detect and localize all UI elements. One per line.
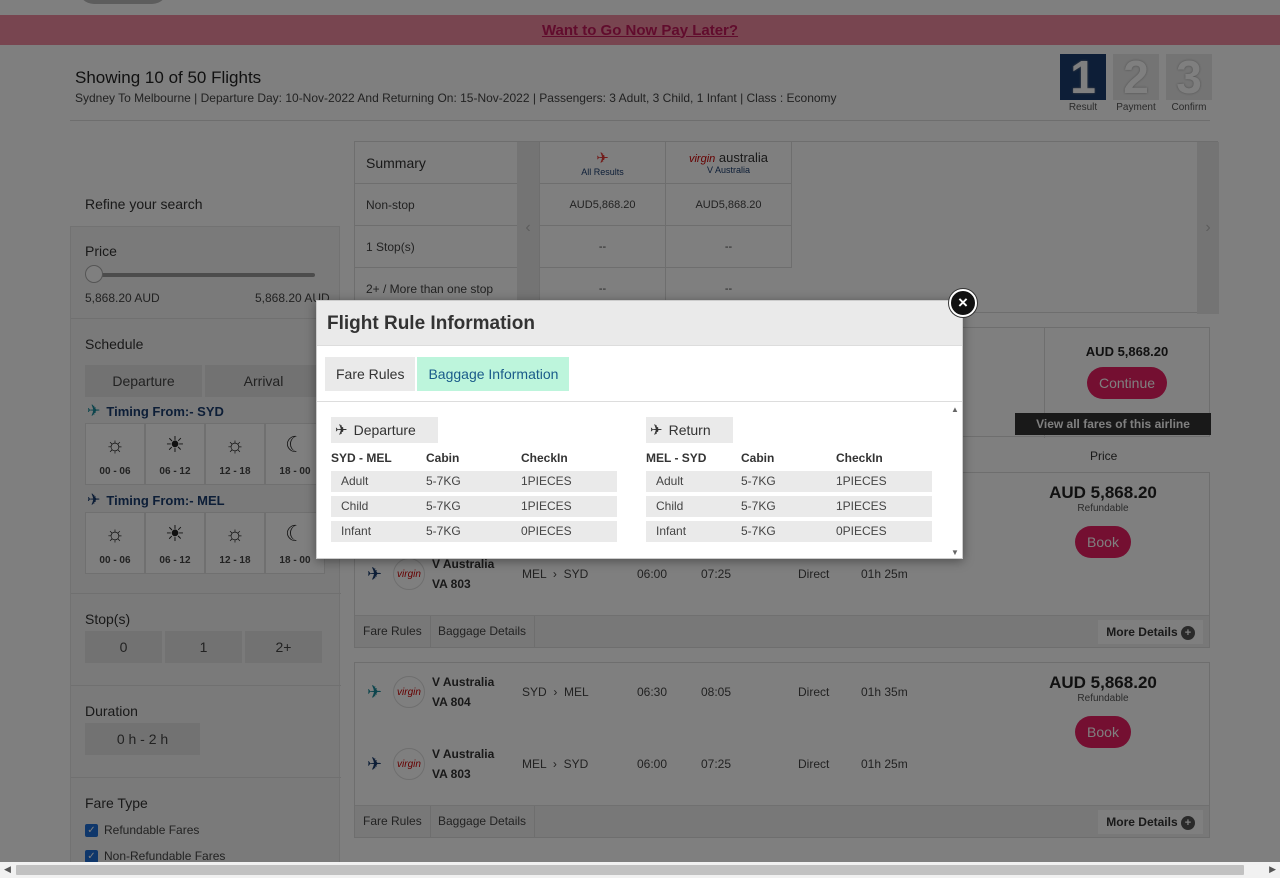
scroll-left-icon[interactable]: ◀	[4, 864, 11, 875]
pax-type: Child	[341, 499, 369, 513]
scroll-down-icon[interactable]: ▼	[951, 548, 959, 557]
baggage-column-headers: SYD - MEL Cabin CheckIn	[331, 451, 617, 467]
cabin-allowance: 5-7KG	[426, 474, 461, 488]
pax-type: Adult	[656, 474, 684, 488]
checkin-allowance: 1PIECES	[836, 499, 887, 513]
baggage-row: Child 5-7KG 1PIECES	[646, 496, 932, 517]
checkin-allowance: 0PIECES	[836, 524, 887, 538]
modal-title: Flight Rule Information	[317, 301, 962, 346]
scroll-up-icon[interactable]: ▲	[951, 405, 959, 414]
baggage-row: Infant 5-7KG 0PIECES	[646, 521, 932, 542]
cabin-allowance: 5-7KG	[426, 524, 461, 538]
return-header: ✈ Return	[646, 417, 733, 443]
checkin-allowance: 1PIECES	[521, 499, 572, 513]
baggage-column-headers: MEL - SYD Cabin CheckIn	[646, 451, 932, 467]
flight-rule-modal: Flight Rule Information × Fare Rules Bag…	[316, 289, 977, 559]
flight-results-page: Want to Go Now Pay Later? Showing 10 of …	[0, 0, 1280, 878]
departure-header: ✈ Departure	[331, 417, 438, 443]
baggage-departure: ✈ Departure SYD - MEL Cabin CheckIn Adul…	[331, 417, 617, 542]
tab-fare-rules[interactable]: Fare Rules	[325, 357, 416, 391]
route-header: MEL - SYD	[646, 451, 707, 465]
baggage-row: Infant 5-7KG 0PIECES	[331, 521, 617, 542]
checkin-header: CheckIn	[836, 451, 883, 465]
return-label: Return	[668, 422, 711, 438]
horizontal-scrollbar[interactable]: ◀ ▶	[0, 862, 1280, 878]
baggage-row: Adult 5-7KG 1PIECES	[331, 471, 617, 492]
close-icon[interactable]: ×	[949, 289, 977, 317]
pax-type: Child	[656, 499, 684, 513]
cabin-allowance: 5-7KG	[741, 524, 776, 538]
tab-baggage-information[interactable]: Baggage Information	[417, 357, 570, 391]
route-header: SYD - MEL	[331, 451, 392, 465]
pax-type: Infant	[656, 524, 687, 538]
modal-divider	[317, 401, 962, 402]
cabin-allowance: 5-7KG	[426, 499, 461, 513]
cabin-allowance: 5-7KG	[741, 499, 776, 513]
scroll-right-icon[interactable]: ▶	[1269, 864, 1276, 875]
pax-type: Infant	[341, 524, 372, 538]
cabin-header: Cabin	[741, 451, 775, 465]
plane-takeoff-icon: ✈	[335, 422, 348, 439]
cabin-header: Cabin	[426, 451, 460, 465]
pax-type: Adult	[341, 474, 369, 488]
plane-landing-icon: ✈	[650, 422, 663, 439]
checkin-allowance: 0PIECES	[521, 524, 572, 538]
modal-scrollbar[interactable]: ▲ ▼	[950, 405, 960, 557]
cabin-allowance: 5-7KG	[741, 474, 776, 488]
baggage-return: ✈ Return MEL - SYD Cabin CheckIn Adult 5…	[646, 417, 932, 542]
checkin-allowance: 1PIECES	[521, 474, 572, 488]
baggage-row: Child 5-7KG 1PIECES	[331, 496, 617, 517]
modal-tabs: Fare Rules Baggage Information	[325, 357, 570, 391]
baggage-row: Adult 5-7KG 1PIECES	[646, 471, 932, 492]
departure-label: Departure	[353, 422, 416, 438]
scrollbar-thumb[interactable]	[16, 865, 1244, 875]
checkin-allowance: 1PIECES	[836, 474, 887, 488]
checkin-header: CheckIn	[521, 451, 568, 465]
